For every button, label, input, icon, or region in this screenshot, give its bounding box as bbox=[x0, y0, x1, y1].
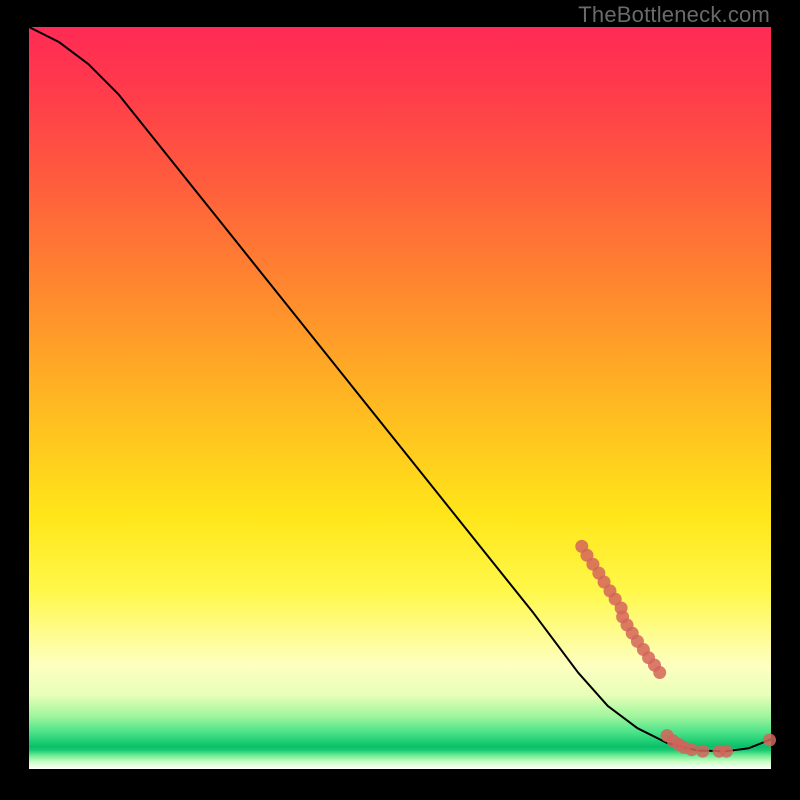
scatter-markers bbox=[575, 540, 776, 758]
chart-frame: TheBottleneck.com bbox=[0, 0, 800, 800]
marker-dot bbox=[653, 666, 666, 679]
chart-overlay bbox=[29, 27, 771, 769]
marker-dot bbox=[696, 745, 709, 758]
watermark-text: TheBottleneck.com bbox=[578, 2, 770, 28]
marker-dot bbox=[763, 734, 776, 747]
marker-dot bbox=[720, 745, 733, 758]
curve-line bbox=[29, 27, 771, 751]
marker-dot bbox=[685, 743, 698, 756]
curve-path bbox=[29, 27, 771, 751]
